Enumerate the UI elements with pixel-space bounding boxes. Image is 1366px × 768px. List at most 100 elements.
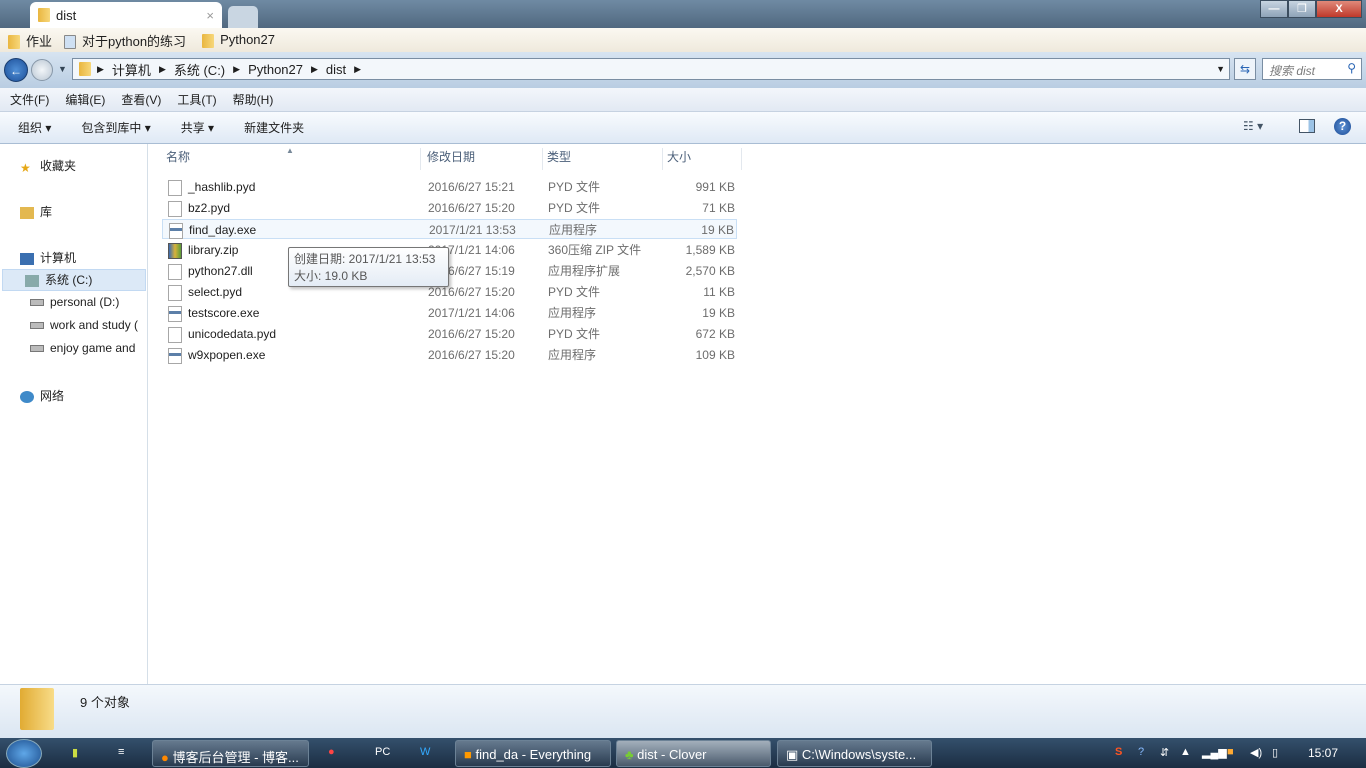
clock[interactable]: 15:07 (1308, 746, 1338, 760)
file-row[interactable]: w9xpopen.exe 2016/6/27 15:20 应用程序 109 KB (162, 345, 737, 365)
window-controls: — ❐ X (1260, 0, 1362, 18)
show-hidden-icons[interactable]: ▲ (1180, 746, 1191, 758)
netease-music-icon[interactable]: ● (328, 746, 335, 758)
bookmark[interactable]: Python27 (202, 32, 275, 48)
file-size: 2,570 KB (685, 264, 735, 278)
header-label: 修改日期 (427, 150, 476, 164)
start-button[interactable] (6, 739, 42, 768)
pycharm-icon[interactable]: PC (375, 746, 390, 758)
column-header-date[interactable]: 修改日期 (423, 148, 543, 170)
file-row[interactable]: find_day.exe 2017/1/21 13:53 应用程序 19 KB (162, 219, 737, 239)
bookmark[interactable]: 作业 (8, 31, 52, 50)
address-bar[interactable]: ▶ 计算机 ▶ 系统 (C:) ▶ Python27 ▶ dist ▶ ▼ (72, 58, 1230, 80)
file-size: 672 KB (695, 327, 735, 341)
search-input[interactable]: 搜索 dist ⚲ (1262, 58, 1362, 80)
file-row[interactable]: unicodedata.pyd 2016/6/27 15:20 PYD 文件 6… (162, 324, 737, 344)
volume-icon[interactable]: ◀) (1250, 746, 1262, 759)
file-name: unicodedata.pyd (188, 327, 277, 341)
file-row[interactable]: bz2.pyd 2016/6/27 15:20 PYD 文件 71 KB (162, 198, 737, 218)
nav-label: 收藏夹 (40, 159, 77, 173)
new-tab-button[interactable] (228, 6, 258, 28)
menu-view[interactable]: 查看(V) (121, 91, 161, 108)
wps-icon[interactable]: W (420, 746, 430, 758)
app-icon[interactable]: ≡ (118, 746, 124, 758)
taskbar-cmd[interactable]: ▣ C:\Windows\syste... (777, 740, 932, 767)
cmd-icon: ▣ (786, 747, 799, 762)
file-row[interactable]: testscore.exe 2017/1/21 14:06 应用程序 19 KB (162, 303, 737, 323)
breadcrumb-c-drive[interactable]: 系统 (C:) (174, 60, 225, 79)
column-header-type[interactable]: 类型 (543, 148, 663, 170)
tooltip-created: 创建日期: 2017/1/21 13:53 (294, 252, 436, 266)
file-size: 19 KB (702, 306, 735, 320)
notepad-icon[interactable]: ▮ (72, 746, 78, 759)
bookmark-bar: 作业 对于python的练习 Python27 (0, 28, 1366, 52)
taskbar-label: 博客后台管理 - 博客... (172, 750, 299, 765)
breadcrumb-dist[interactable]: dist (326, 62, 346, 77)
forward-button[interactable] (31, 59, 53, 81)
bookmark[interactable]: 对于python的练习 (64, 31, 186, 50)
folder-icon (202, 33, 215, 48)
taskbar-clover[interactable]: ♣ dist - Clover (616, 740, 771, 767)
everything-icon: ■ (464, 747, 472, 762)
nav-drive-c[interactable]: 系统 (C:) (2, 269, 146, 291)
address-dropdown[interactable]: ▼ (1216, 64, 1225, 74)
file-type: 应用程序 (548, 306, 597, 320)
folder-icon (38, 8, 50, 22)
file-size: 71 KB (702, 201, 735, 215)
file-row[interactable]: library.zip 2017/1/21 14:06 360压缩 ZIP 文件… (162, 240, 737, 260)
file-tooltip: 创建日期: 2017/1/21 13:53 大小: 19.0 KB (288, 247, 449, 287)
network-signal-icon[interactable]: ▂▄▆ (1202, 746, 1227, 759)
search-icon[interactable]: ⚲ (1347, 61, 1356, 75)
nav-network[interactable]: 网络 (20, 387, 146, 404)
library-icon (20, 206, 34, 219)
organize-button[interactable]: 组织 ▾ (18, 119, 51, 136)
breadcrumb-python27[interactable]: Python27 (248, 62, 303, 77)
tray-app-icon[interactable]: ■ (1227, 746, 1234, 758)
help-icon[interactable]: ? (1334, 118, 1351, 135)
menu-file[interactable]: 文件(F) (10, 91, 49, 108)
taskbar-everything[interactable]: ■ find_da - Everything (455, 740, 611, 767)
refresh-button[interactable]: ⇆ (1234, 58, 1256, 80)
header-label: 名称 (166, 150, 191, 164)
nav-drive-d[interactable]: personal (D:) (30, 295, 156, 309)
file-row[interactable]: _hashlib.pyd 2016/6/27 15:21 PYD 文件 991 … (162, 177, 737, 197)
back-button[interactable]: ← (4, 58, 28, 82)
file-name: bz2.pyd (188, 201, 231, 215)
file-date: 2017/1/21 14:06 (428, 306, 515, 320)
preview-pane-icon[interactable] (1299, 119, 1315, 133)
file-row[interactable]: python27.dll 2016/6/27 15:19 应用程序扩展 2,57… (162, 261, 737, 281)
menu-tools[interactable]: 工具(T) (177, 91, 216, 108)
include-library-button[interactable]: 包含到库中 ▾ (81, 119, 150, 136)
file-row[interactable]: select.pyd 2016/6/27 15:20 PYD 文件 11 KB (162, 282, 737, 302)
computer-icon (20, 252, 34, 265)
nav-drive-e[interactable]: work and study ( (30, 318, 156, 332)
tab-dist[interactable]: dist × (30, 2, 222, 28)
file-type: PYD 文件 (548, 180, 601, 194)
restore-button[interactable]: ❐ (1288, 0, 1316, 18)
menu-edit[interactable]: 编辑(E) (65, 91, 105, 108)
history-dropdown[interactable]: ▼ (58, 64, 67, 74)
sogou-ime-icon[interactable]: S (1115, 746, 1122, 758)
usb-icon[interactable]: ▯ (1272, 746, 1278, 759)
nav-libraries[interactable]: 库 (20, 203, 146, 220)
file-name: testscore.exe (188, 306, 260, 320)
column-header-name[interactable]: 名称 ▲ (162, 146, 421, 170)
taskbar-firefox[interactable]: ● 博客后台管理 - 博客... (152, 740, 309, 767)
folder-icon (20, 688, 54, 730)
breadcrumb-computer[interactable]: 计算机 (112, 60, 151, 79)
nav-favorites[interactable]: ★ 收藏夹 (20, 157, 146, 174)
menu-help[interactable]: 帮助(H) (233, 91, 274, 108)
ime-options-icon[interactable]: ⇵ (1160, 746, 1169, 759)
shortcut-icon (64, 35, 77, 50)
view-options-icon[interactable]: ☷ ▾ (1243, 119, 1263, 133)
help-tray-icon[interactable]: ? (1138, 746, 1144, 758)
menu-bar: 文件(F) 编辑(E) 查看(V) 工具(T) 帮助(H) (0, 88, 1366, 112)
tab-close-button[interactable]: × (206, 8, 214, 23)
column-header-size[interactable]: 大小 (663, 148, 742, 170)
close-button[interactable]: X (1316, 0, 1362, 18)
minimize-button[interactable]: — (1260, 0, 1288, 18)
share-button[interactable]: 共享 ▾ (181, 119, 214, 136)
nav-drive-f[interactable]: enjoy game and (30, 341, 156, 355)
nav-computer[interactable]: 计算机 (20, 249, 146, 266)
new-folder-button[interactable]: 新建文件夹 (244, 119, 304, 136)
